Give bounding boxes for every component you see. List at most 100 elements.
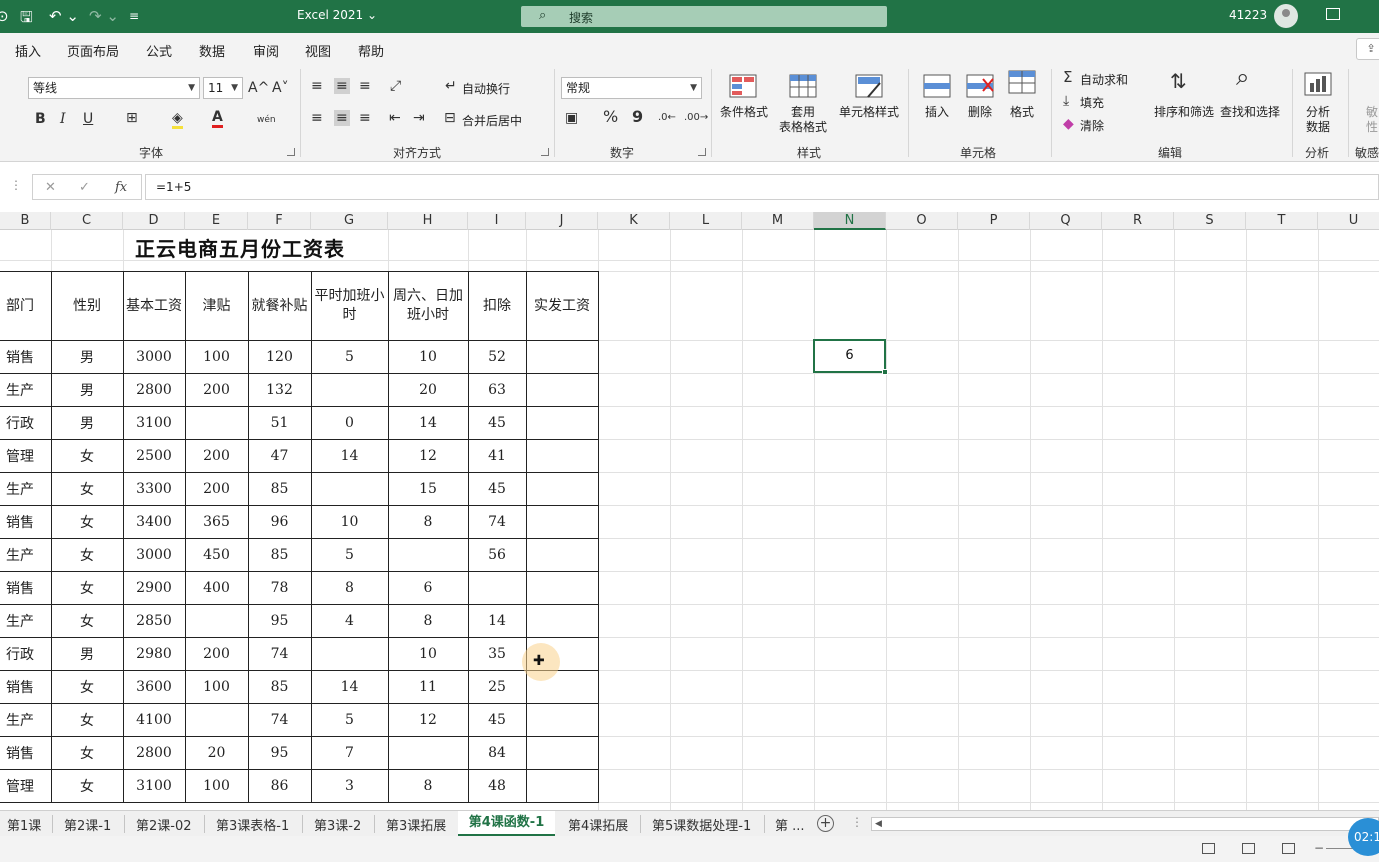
confirm-icon[interactable]: ✓ xyxy=(79,180,90,195)
cell-dept[interactable]: 销售 xyxy=(0,340,52,374)
cell-allowance[interactable]: 100 xyxy=(184,769,249,803)
cell-meal-subsidy[interactable]: 95 xyxy=(247,736,312,770)
cell-deduction[interactable]: 48 xyxy=(467,769,527,803)
fill-color-icon[interactable]: ◈ xyxy=(172,110,183,129)
accounting-format-icon[interactable]: ▣ xyxy=(565,110,578,126)
cell-gender[interactable]: 女 xyxy=(50,538,124,572)
column-header-e[interactable]: E xyxy=(185,212,248,230)
sheet-tab-3[interactable]: 第2课-02 xyxy=(136,815,192,834)
cell-weekday-overtime[interactable]: 5 xyxy=(310,703,389,737)
tab-help[interactable]: 帮助 xyxy=(358,41,384,60)
cell-base-salary[interactable]: 2800 xyxy=(122,736,186,770)
align-top-icon[interactable]: ≡ xyxy=(311,78,323,94)
page-layout-view-icon[interactable] xyxy=(1242,843,1255,854)
cell-deduction[interactable]: 56 xyxy=(467,538,527,572)
cell-deduction[interactable]: 84 xyxy=(467,736,527,770)
cell-gender[interactable]: 男 xyxy=(50,340,124,374)
cell-weekend-overtime[interactable]: 8 xyxy=(387,769,469,803)
cell-meal-subsidy[interactable]: 85 xyxy=(247,538,312,572)
cell-net-pay[interactable] xyxy=(525,373,599,407)
cell-net-pay[interactable] xyxy=(525,439,599,473)
tab-page-layout[interactable]: 页面布局 xyxy=(67,41,119,60)
cell-weekend-overtime[interactable] xyxy=(387,538,469,572)
redo-icon[interactable]: ↷ ⌄ xyxy=(89,7,119,25)
autosave-icon[interactable]: ⊙ xyxy=(0,7,9,25)
column-header-k[interactable]: K xyxy=(598,212,670,230)
cell-deduction[interactable]: 63 xyxy=(467,373,527,407)
font-dialog-launcher-icon[interactable] xyxy=(287,148,295,156)
column-header-n[interactable]: N xyxy=(814,212,886,230)
header-weekday-overtime[interactable]: 平时加班小时 xyxy=(310,271,389,341)
sheet-title[interactable]: 正云电商五月份工资表 xyxy=(135,233,345,262)
analyze-data-label[interactable]: 分析 xyxy=(1300,105,1336,120)
save-icon[interactable]: 🖫 xyxy=(20,7,33,32)
cell-base-salary[interactable]: 2800 xyxy=(122,373,186,407)
cell-weekday-overtime[interactable]: 4 xyxy=(310,604,389,638)
cell-weekday-overtime[interactable]: 5 xyxy=(310,340,389,374)
header-weekend-overtime[interactable]: 周六、日加班小时 xyxy=(387,271,469,341)
tab-data[interactable]: 数据 xyxy=(199,41,225,60)
cell-gender[interactable]: 女 xyxy=(50,505,124,539)
scroll-left-icon[interactable]: ◀ xyxy=(875,818,882,830)
cell-dept[interactable]: 行政 xyxy=(0,637,52,671)
italic-button[interactable]: I xyxy=(60,111,66,127)
cell-allowance[interactable]: 400 xyxy=(184,571,249,605)
column-header-p[interactable]: P xyxy=(958,212,1030,230)
cell-weekday-overtime[interactable]: 14 xyxy=(310,670,389,704)
wrap-text-button[interactable]: 自动换行 xyxy=(462,80,510,97)
cell-base-salary[interactable]: 3000 xyxy=(122,538,186,572)
sheet-tab-active[interactable]: 第4课函数-1 xyxy=(458,811,555,837)
cell-gender[interactable]: 女 xyxy=(50,571,124,605)
share-button[interactable]: ⇪ xyxy=(1356,38,1379,60)
font-color-icon[interactable]: A xyxy=(212,109,223,128)
header-allowance[interactable]: 津贴 xyxy=(184,271,249,341)
cell-gender[interactable]: 男 xyxy=(50,373,124,407)
cell-allowance[interactable]: 200 xyxy=(184,373,249,407)
cell-allowance[interactable]: 20 xyxy=(184,736,249,770)
insert-button[interactable]: 插入 xyxy=(922,105,952,120)
normal-view-icon[interactable] xyxy=(1202,843,1215,854)
cell-net-pay[interactable] xyxy=(525,604,599,638)
column-header-c[interactable]: C xyxy=(51,212,123,230)
cell-allowance[interactable]: 100 xyxy=(184,670,249,704)
cell-base-salary[interactable]: 3300 xyxy=(122,472,186,506)
cell-net-pay[interactable] xyxy=(525,769,599,803)
sensitivity-button[interactable]: 性 xyxy=(1362,120,1379,135)
cell-net-pay[interactable] xyxy=(525,340,599,374)
sheet-tab-8[interactable]: 第4课拓展 xyxy=(568,815,628,834)
cell-deduction[interactable]: 52 xyxy=(467,340,527,374)
cell-weekday-overtime[interactable]: 0 xyxy=(310,406,389,440)
cell-gender[interactable]: 女 xyxy=(50,472,124,506)
sheet-tab-6[interactable]: 第3课拓展 xyxy=(386,815,446,834)
number-format-select[interactable]: 常规 ▼ xyxy=(561,77,702,99)
cell-base-salary[interactable]: 2500 xyxy=(122,439,186,473)
insert-function-icon[interactable]: fx xyxy=(115,180,127,195)
column-header-d[interactable]: D xyxy=(123,212,185,230)
column-header-f[interactable]: F xyxy=(248,212,311,230)
phonetic-icon[interactable]: wén xyxy=(257,112,276,128)
sheet-tab-2[interactable]: 第2课-1 xyxy=(64,815,111,834)
cell-allowance[interactable]: 200 xyxy=(184,472,249,506)
column-header-q[interactable]: Q xyxy=(1030,212,1102,230)
tab-insert[interactable]: 插入 xyxy=(15,41,41,60)
cell-dept[interactable]: 行政 xyxy=(0,406,52,440)
cell-gender[interactable]: 女 xyxy=(50,439,124,473)
sensitivity-label[interactable]: 敏 xyxy=(1362,105,1379,120)
cell-deduction[interactable]: 35 xyxy=(467,637,527,671)
cell-weekday-overtime[interactable]: 5 xyxy=(310,538,389,572)
cell-weekend-overtime[interactable]: 12 xyxy=(387,439,469,473)
sheet-tab-1[interactable]: 第1课 xyxy=(7,815,41,834)
cell-weekday-overtime[interactable]: 3 xyxy=(310,769,389,803)
column-header-s[interactable]: S xyxy=(1174,212,1246,230)
cell-deduction[interactable] xyxy=(467,571,527,605)
cell-meal-subsidy[interactable]: 51 xyxy=(247,406,312,440)
add-sheet-button[interactable]: + xyxy=(817,815,834,832)
cell-dept[interactable]: 生产 xyxy=(0,472,52,506)
column-header-m[interactable]: M xyxy=(742,212,814,230)
cell-deduction[interactable]: 41 xyxy=(467,439,527,473)
cell-meal-subsidy[interactable]: 85 xyxy=(247,670,312,704)
cell-meal-subsidy[interactable]: 74 xyxy=(247,703,312,737)
column-header-u[interactable]: U xyxy=(1318,212,1379,230)
align-left-icon[interactable]: ≡ xyxy=(311,110,323,126)
cell-deduction[interactable]: 25 xyxy=(467,670,527,704)
